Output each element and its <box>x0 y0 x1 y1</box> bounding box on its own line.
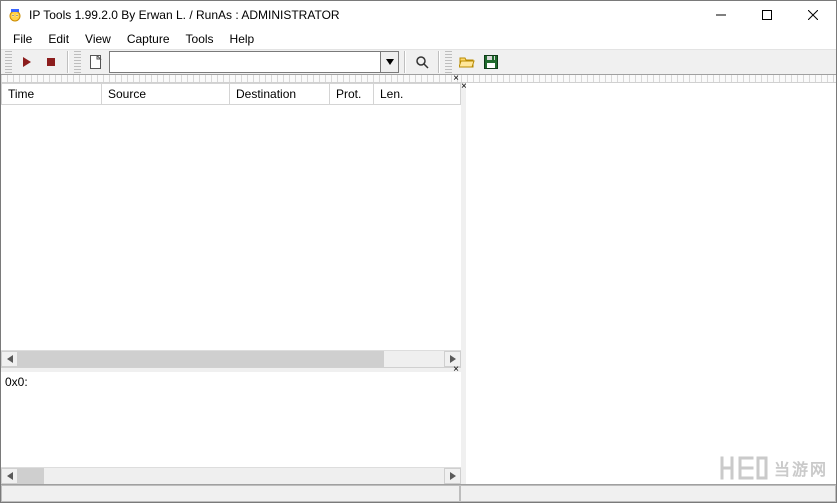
packet-list[interactable] <box>1 105 461 350</box>
search-icon <box>415 55 429 69</box>
folder-open-icon <box>459 55 475 69</box>
filter-dropdown-button[interactable] <box>381 51 399 73</box>
window-title: IP Tools 1.99.2.0 By Erwan L. / RunAs : … <box>29 8 340 22</box>
status-bar <box>1 484 836 502</box>
menu-tools[interactable]: Tools <box>180 30 220 48</box>
status-cell <box>1 485 460 502</box>
toolbar-grip[interactable] <box>445 51 452 73</box>
scroll-track[interactable] <box>18 468 444 484</box>
new-button[interactable] <box>85 51 107 73</box>
packet-list-header: Time Source Destination Prot. Len. <box>1 83 461 105</box>
open-button[interactable] <box>456 51 478 73</box>
toolbar-divider <box>438 51 440 73</box>
hex-pane: 0x0: <box>1 372 461 484</box>
maximize-button[interactable] <box>744 1 790 29</box>
scroll-left-button[interactable] <box>1 468 18 484</box>
floppy-icon <box>484 55 498 69</box>
scroll-right-button[interactable] <box>444 468 461 484</box>
minimize-button[interactable] <box>698 1 744 29</box>
close-button[interactable] <box>790 1 836 29</box>
filter-input[interactable] <box>109 51 381 73</box>
menu-capture[interactable]: Capture <box>121 30 176 48</box>
toolbar-grip[interactable] <box>5 51 12 73</box>
close-icon[interactable]: × <box>451 75 461 83</box>
save-button[interactable] <box>480 51 502 73</box>
hex-hscrollbar[interactable] <box>1 467 461 484</box>
menu-bar: File Edit View Capture Tools Help <box>1 29 836 49</box>
menu-file[interactable]: File <box>7 30 38 48</box>
status-cell <box>460 485 836 502</box>
column-destination[interactable]: Destination <box>230 84 330 104</box>
column-protocol[interactable]: Prot. <box>330 84 374 104</box>
detail-pane[interactable] <box>466 83 836 484</box>
column-source[interactable]: Source <box>102 84 230 104</box>
app-window: IP Tools 1.99.2.0 By Erwan L. / RunAs : … <box>0 0 837 503</box>
start-capture-button[interactable] <box>16 51 38 73</box>
left-pane: Time Source Destination Prot. Len. × 0x0… <box>1 83 461 484</box>
scroll-left-button[interactable] <box>1 351 18 367</box>
main-body: Time Source Destination Prot. Len. × 0x0… <box>1 83 836 484</box>
ruler: × <box>1 75 836 83</box>
hex-offset-label: 0x0: <box>1 372 461 392</box>
app-icon <box>7 7 23 23</box>
scroll-thumb[interactable] <box>18 468 44 484</box>
hex-body[interactable] <box>1 392 461 467</box>
menu-view[interactable]: View <box>79 30 117 48</box>
scroll-thumb[interactable] <box>18 351 384 367</box>
column-length[interactable]: Len. <box>374 84 460 104</box>
chevron-down-icon <box>386 58 394 66</box>
toolbar-grip[interactable] <box>74 51 81 73</box>
scroll-track[interactable] <box>18 351 444 367</box>
column-time[interactable]: Time <box>2 84 102 104</box>
toolbar-divider <box>404 51 406 73</box>
stop-capture-button[interactable] <box>40 51 62 73</box>
menu-help[interactable]: Help <box>224 30 261 48</box>
search-button[interactable] <box>411 51 433 73</box>
toolbar-divider <box>67 51 69 73</box>
toolbar <box>1 49 836 75</box>
menu-edit[interactable]: Edit <box>42 30 75 48</box>
filter-combobox[interactable] <box>109 51 399 73</box>
packet-list-hscrollbar[interactable] <box>1 350 461 367</box>
title-bar[interactable]: IP Tools 1.99.2.0 By Erwan L. / RunAs : … <box>1 1 836 29</box>
